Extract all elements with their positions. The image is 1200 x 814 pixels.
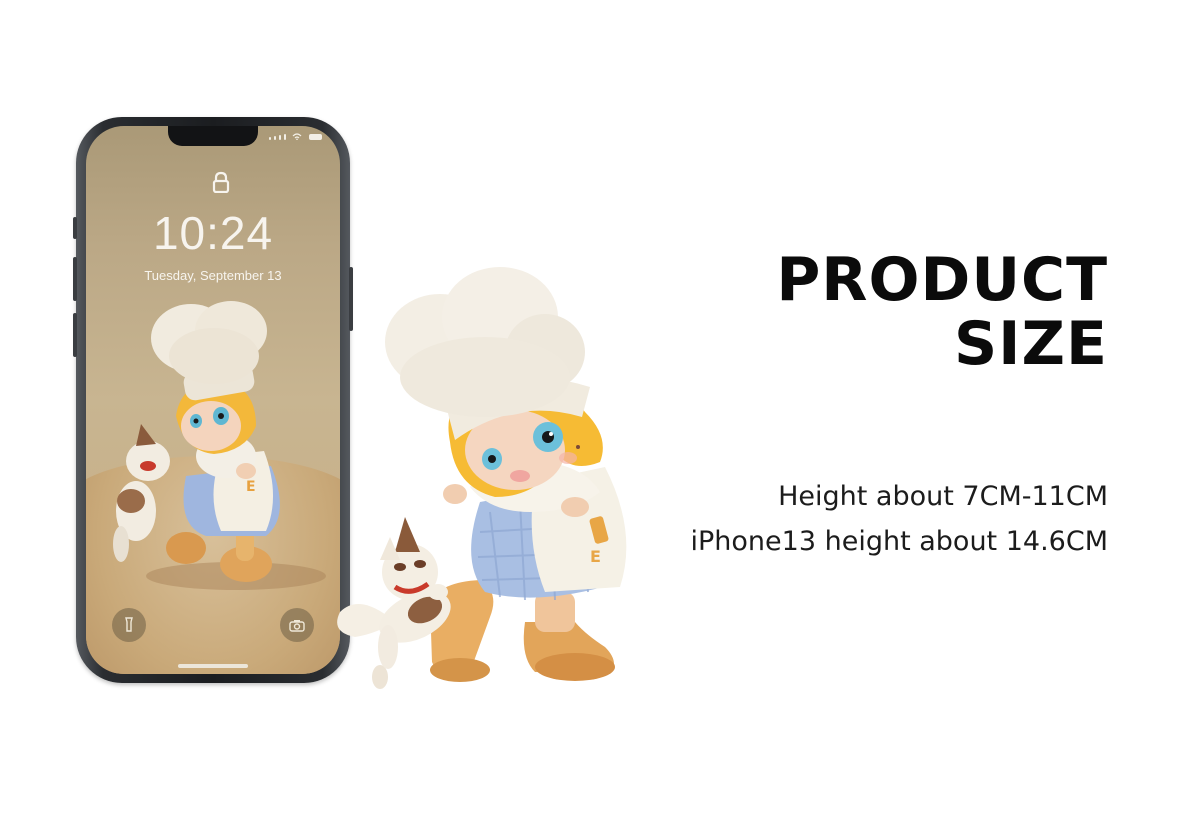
svg-text:E: E <box>590 547 601 566</box>
iphone-height-text: iPhone13 height about 14.6CM <box>690 526 1108 557</box>
camera-icon <box>289 619 305 632</box>
figure-height-text: Height about 7CM-11CM <box>778 481 1108 512</box>
volume-down-button <box>73 313 77 357</box>
heading-line-2: SIZE <box>953 309 1108 379</box>
chef-figure-product: E <box>337 267 627 689</box>
wifi-icon <box>292 133 302 140</box>
mute-switch <box>73 217 77 239</box>
flashlight-icon <box>125 617 133 632</box>
heading-line-1: PRODUCT <box>776 245 1108 315</box>
volume-up-button <box>73 257 77 301</box>
lock-screen-time: 10:24 <box>152 207 274 259</box>
lock-screen-date: Tuesday, September 13 <box>144 268 282 283</box>
product-size-heading: PRODUCT SIZE <box>776 248 1108 376</box>
phone-lock-screen: E 10:24 Tuesday, September 13 <box>86 126 340 674</box>
wallpaper-chef-figure: E <box>113 301 326 590</box>
size-description: Height about 7CM-11CM iPhone13 height ab… <box>691 474 1108 564</box>
iphone-illustration: E 10:24 Tuesday, September 13 <box>73 117 353 683</box>
lock-icon <box>212 171 230 193</box>
battery-icon <box>309 134 322 140</box>
flashlight-button[interactable] <box>112 608 146 642</box>
svg-text:E: E <box>246 479 256 495</box>
status-bar <box>269 133 322 140</box>
phone-notch <box>168 126 258 146</box>
home-indicator <box>178 664 248 668</box>
camera-button[interactable] <box>280 608 314 642</box>
